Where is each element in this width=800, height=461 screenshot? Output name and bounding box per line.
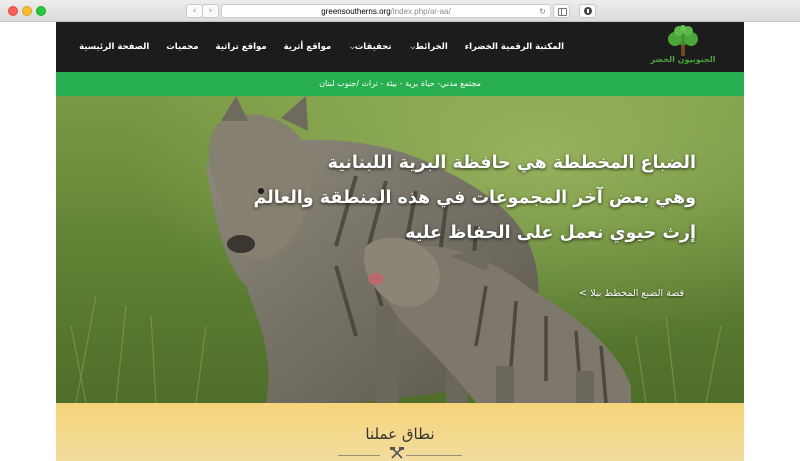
back-button[interactable]: ‹ — [186, 4, 203, 18]
menu-item-label: الصفحة الرئيسية — [79, 42, 150, 52]
tools-icon — [390, 447, 404, 459]
download-icon[interactable] — [579, 4, 596, 18]
hero-headline: الضباع المخططة هي حافظة البرية اللبنانية… — [253, 146, 696, 251]
close-window-button[interactable] — [8, 6, 18, 16]
divider-line — [338, 455, 380, 456]
chevron-left-icon: ‹ — [192, 6, 197, 16]
chevron-right-icon: › — [208, 6, 213, 16]
site-logo[interactable]: الجنوبيون الخضر — [644, 25, 722, 69]
menu-item-reserves[interactable]: محميات — [166, 42, 198, 52]
main-menu: الصفحة الرئيسية محميات مواقع تراثية مواق… — [62, 22, 564, 72]
tree-logo-icon — [668, 25, 698, 56]
site-navbar: الجنوبيون الخضر الصفحة الرئيسية محميات م… — [56, 22, 744, 72]
browser-toolbar: ‹ › greensoutherns.org/index.php/ar-aa/ … — [0, 0, 800, 22]
tagline-text: مجتمع مدني- حياة برية - بيئة - تراث /جنو… — [319, 79, 481, 88]
menu-item-maps[interactable]: الخرائط⌵ — [409, 42, 448, 52]
forward-button[interactable]: › — [202, 4, 219, 18]
menu-item-label: الخرائط — [415, 42, 448, 52]
menu-item-archaeological-sites[interactable]: مواقع أثرية — [284, 42, 332, 52]
menu-item-investigations[interactable]: تحقيقات⌵ — [348, 42, 391, 52]
browser-window: ‹ › greensoutherns.org/index.php/ar-aa/ … — [0, 0, 800, 461]
zoom-window-button[interactable] — [36, 6, 46, 16]
logo-text: الجنوبيون الخضر — [650, 55, 716, 64]
sidebar-icon[interactable] — [553, 4, 570, 18]
headline-line-1: الضباع المخططة هي حافظة البرية اللبنانية — [327, 153, 696, 173]
menu-item-label: مواقع أثرية — [283, 42, 332, 52]
web-page: الجنوبيون الخضر الصفحة الرئيسية محميات م… — [56, 22, 744, 461]
hero-banner: الضباع المخططة هي حافظة البرية اللبنانية… — [56, 96, 744, 403]
url-path: /index.php/ar-aa/ — [390, 7, 451, 16]
section-title: نطاق عملنا — [365, 425, 435, 443]
reload-icon[interactable]: ↻ — [539, 5, 546, 18]
menu-item-home[interactable]: الصفحة الرئيسية — [79, 42, 149, 52]
divider-line — [406, 455, 462, 456]
chevron-left-icon: > — [578, 288, 588, 299]
menu-item-label: محميات — [166, 42, 199, 52]
headline-line-3: إرث حيوي نعمل على الحفاظ عليه — [405, 223, 696, 243]
tagline-bar: مجتمع مدني- حياة برية - بيئة - تراث /جنو… — [56, 72, 744, 96]
headline-line-2: وهي بعض آخر المجموعات في هذه المنطقة وال… — [253, 188, 696, 208]
minimize-window-button[interactable] — [22, 6, 32, 16]
hero-story-link[interactable]: قصة الضبع المخطط بيلا > — [576, 288, 684, 299]
hero-link-label: قصة الضبع المخطط بيلا — [590, 288, 684, 299]
url-host: greensoutherns.org — [321, 7, 391, 16]
menu-item-label: تحقيقات — [354, 42, 392, 52]
menu-item-heritage-sites[interactable]: مواقع تراثية — [216, 42, 267, 52]
scope-section: نطاق عملنا — [56, 403, 744, 461]
menu-item-label: المكتبة الرقمية الخضراء — [464, 42, 564, 52]
menu-item-green-library[interactable]: المكتبة الرقمية الخضراء — [465, 42, 564, 52]
address-bar[interactable]: greensoutherns.org/index.php/ar-aa/ ↻ — [221, 4, 551, 18]
menu-item-label: مواقع تراثية — [215, 42, 267, 52]
